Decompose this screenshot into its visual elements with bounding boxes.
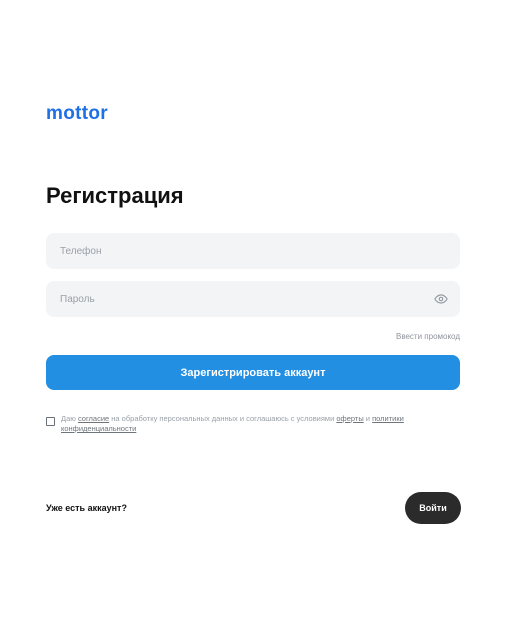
phone-input[interactable]	[46, 233, 460, 269]
brand-logo[interactable]: mottor	[46, 104, 108, 124]
registration-page: mottor Регистрация Ввести промокод Зарег…	[0, 0, 506, 626]
password-field-container	[46, 281, 460, 317]
consent-text-part-1: Даю	[61, 414, 78, 423]
agreement-link[interactable]: согласие	[78, 414, 109, 423]
page-title: Регистрация	[46, 183, 184, 208]
login-button[interactable]: Войти	[405, 492, 461, 524]
consent-checkbox[interactable]	[46, 417, 55, 426]
offer-link[interactable]: оферты	[336, 414, 363, 423]
have-account-text: Уже есть аккаунт?	[46, 503, 127, 513]
password-input[interactable]	[46, 281, 460, 317]
consent-text-part-2: на обработку персональных данных и согла…	[109, 414, 337, 423]
consent-text-part-3: и	[363, 414, 373, 423]
consent-row: Даю согласие на обработку персональных д…	[46, 414, 426, 434]
phone-field-container	[46, 233, 460, 269]
register-button[interactable]: Зарегистрировать аккаунт	[46, 355, 460, 390]
eye-icon[interactable]	[434, 292, 448, 306]
consent-text: Даю согласие на обработку персональных д…	[61, 414, 426, 434]
promo-code-link[interactable]: Ввести промокод	[396, 332, 460, 341]
